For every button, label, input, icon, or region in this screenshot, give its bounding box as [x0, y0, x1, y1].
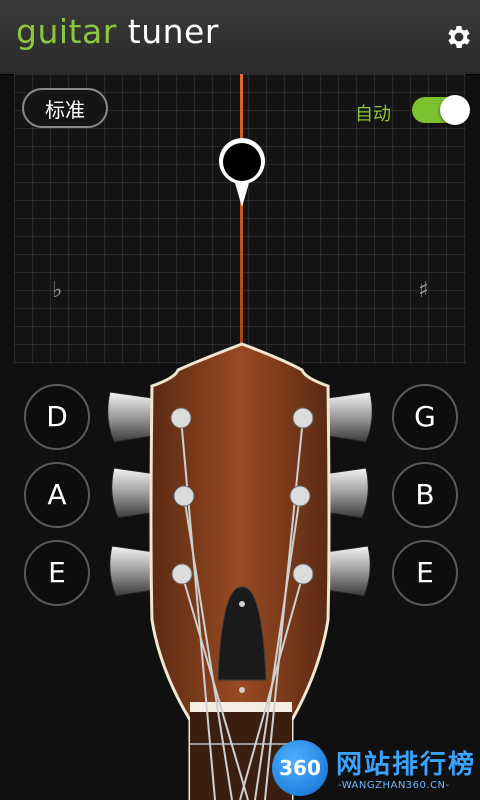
pitch-pointer-icon — [219, 138, 265, 207]
watermark-subtext: -WANGZHAN360.CN- — [338, 780, 450, 791]
tuning-mode-button[interactable]: 标准 — [22, 88, 108, 128]
left-tuner-keys — [107, 391, 157, 597]
gear-icon[interactable] — [444, 22, 474, 52]
string-button-e-high[interactable]: E — [392, 540, 458, 606]
watermark-logo: 360 — [272, 740, 328, 796]
string-button-g[interactable]: G — [392, 384, 458, 450]
flat-symbol: ♭ — [52, 278, 63, 303]
auto-label: 自动 — [355, 104, 391, 125]
watermark-text: 网站排行榜 — [336, 750, 477, 780]
tuning-needle — [240, 74, 243, 364]
sharp-symbol: ♯ — [418, 278, 429, 303]
app-bar: guitar tuner — [0, 0, 480, 75]
right-tuner-keys — [323, 391, 373, 597]
string-button-e-low[interactable]: E — [24, 540, 90, 606]
string-button-a[interactable]: A — [24, 462, 90, 528]
app-title: guitar tuner — [16, 10, 219, 54]
auto-toggle-knob — [440, 95, 470, 125]
string-button-d[interactable]: D — [24, 384, 90, 450]
auto-toggle[interactable] — [412, 95, 470, 125]
app-title-tuner: tuner — [127, 12, 219, 51]
string-button-b[interactable]: B — [392, 462, 458, 528]
app-title-guitar: guitar — [16, 12, 117, 51]
